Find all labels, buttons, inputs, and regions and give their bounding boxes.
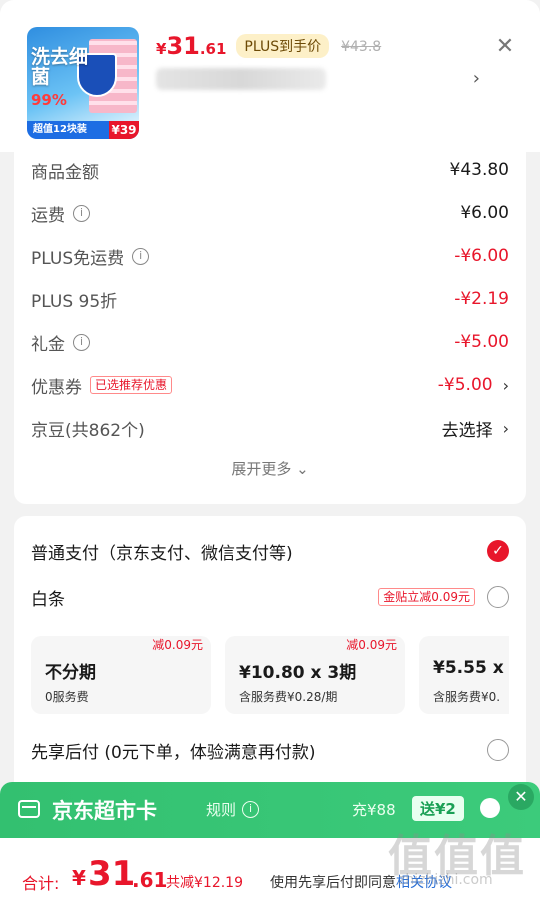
expand-more-button[interactable]: 展开更多 ⌄ — [14, 458, 526, 479]
installment-plan-3[interactable]: 减0.09元 ¥10.80 x 3期 含服务费¥0.28/期 — [225, 636, 405, 714]
plan-fee: 含服务费¥0.28/期 — [239, 690, 338, 704]
price-integer: 31 — [166, 32, 200, 60]
detail-value: -¥6.00 — [454, 246, 509, 266]
detail-value: 去选择 — [441, 420, 493, 441]
payment-option-pay-later[interactable]: 先享后付 (0元下单，体验满意再付款) — [31, 735, 509, 765]
recharge-amount: 充¥88 — [352, 801, 396, 819]
agreement-prefix: 使用先享后付即同意 — [270, 875, 396, 891]
thumb-slogan: 洗去细菌 — [31, 46, 89, 88]
radio-checked-icon[interactable]: ✓ — [487, 540, 509, 562]
detail-label: PLUS免运费 — [31, 248, 125, 269]
payment-option-label: 先享后付 (0元下单，体验满意再付款) — [31, 742, 316, 763]
payment-option-normal[interactable]: 普通支付（京东支付、微信支付等) ✓ — [31, 536, 509, 566]
detail-value: -¥5.00 — [454, 332, 509, 352]
radio-unchecked-icon[interactable] — [480, 798, 500, 818]
total-saved: 共减¥12.19 — [166, 875, 243, 891]
detail-label: 优惠券 — [31, 377, 82, 398]
supermarket-card-title: 京东超市卡 — [52, 799, 157, 823]
payment-option-label: 普通支付（京东支付、微信支付等) — [31, 543, 293, 564]
plan-fee: 含服务费¥0. — [433, 690, 501, 704]
detail-value: -¥2.19 — [454, 289, 509, 309]
sku-selector-blurred[interactable] — [156, 68, 326, 90]
detail-label: 礼金 — [31, 334, 65, 355]
radio-unchecked-icon[interactable] — [487, 586, 509, 608]
plan-title: 不分期 — [45, 663, 96, 683]
watermark-url: zhizhizhi.com — [398, 872, 493, 888]
plan-title: ¥5.55 x 6 — [433, 658, 509, 678]
payment-option-baitiao[interactable]: 白条 金贴立减0.09元 — [31, 582, 509, 612]
total-decimal: .61 — [132, 868, 168, 892]
installment-plan-6[interactable]: ¥5.55 x 6 含服务费¥0. — [419, 636, 509, 714]
rules-link[interactable]: 规则 i — [206, 799, 260, 820]
chevron-right-icon[interactable]: › — [473, 68, 480, 89]
detail-row-plus-free-shipping: PLUS免运费 i -¥6.00 — [31, 241, 509, 271]
detail-label: PLUS 95折 — [31, 291, 118, 312]
total-label: 合计: — [22, 874, 60, 893]
payment-option-label: 白条 — [31, 589, 65, 610]
detail-label: 商品金额 — [31, 162, 99, 183]
payment-methods-card: 普通支付（京东支付、微信支付等) ✓ 白条 金贴立减0.09元 减0.09元 不… — [14, 516, 526, 816]
plan-discount: 减0.09元 — [346, 638, 397, 652]
plan-fee: 0服务费 — [45, 690, 89, 704]
baitiao-discount-badge: 金贴立减0.09元 — [378, 588, 475, 606]
price-row: ¥ 31 .61 PLUS到手价 ¥43.8 — [156, 32, 381, 61]
radio-unchecked-icon[interactable] — [487, 739, 509, 761]
installment-plan-none[interactable]: 减0.09元 不分期 0服务费 — [31, 636, 211, 714]
plan-discount: 减0.09元 — [152, 638, 203, 652]
original-price: ¥43.8 — [341, 39, 382, 55]
close-icon[interactable]: ✕ — [494, 36, 516, 58]
total-integer: 31 — [88, 854, 136, 894]
card-icon — [18, 800, 40, 818]
detail-label: 京豆(共862个) — [31, 420, 145, 441]
installment-plans: 减0.09元 不分期 0服务费 减0.09元 ¥10.80 x 3期 含服务费¥… — [31, 636, 509, 716]
price-decimal: .61 — [199, 40, 227, 58]
detail-value: ¥6.00 — [460, 203, 509, 223]
price-symbol: ¥ — [156, 40, 167, 58]
total-currency: ¥ — [72, 866, 86, 890]
detail-row-plus-discount: PLUS 95折 -¥2.19 — [31, 284, 509, 314]
detail-row-jingdou[interactable]: 京豆(共862个) 去选择 › — [31, 413, 509, 443]
product-header: 洗去细菌 99% 超值12块装 ¥39 ¥ 31 .61 PLUS到手价 ¥43… — [0, 0, 540, 152]
detail-value: -¥5.00 — [437, 375, 493, 395]
recommended-coupon-badge: 已选推荐优惠 — [90, 376, 173, 394]
plus-price-badge: PLUS到手价 — [236, 34, 330, 58]
close-icon[interactable]: ✕ — [508, 784, 534, 810]
info-icon[interactable]: i — [242, 801, 260, 818]
chevron-right-icon[interactable]: › — [503, 376, 509, 395]
detail-value: ¥43.80 — [449, 160, 509, 180]
info-icon[interactable]: i — [73, 333, 90, 351]
detail-label: 运费 — [31, 205, 65, 226]
price-detail-card: 商品金额 ¥43.80 运费 i ¥6.00 PLUS免运费 i -¥6.00 PL… — [14, 152, 526, 504]
bonus-badge: 送¥2 — [412, 796, 464, 821]
thumb-price-tag: ¥39 — [109, 121, 139, 139]
detail-row-shipping: 运费 i ¥6.00 — [31, 198, 509, 228]
detail-row-coupon[interactable]: 优惠券 已选推荐优惠 -¥5.00 › — [31, 370, 509, 400]
detail-row-gift-money: 礼金 i -¥5.00 — [31, 327, 509, 357]
info-icon[interactable]: i — [73, 204, 90, 222]
plan-title: ¥10.80 x 3期 — [239, 663, 357, 683]
detail-row-goods-amount: 商品金额 ¥43.80 — [31, 155, 509, 185]
rules-label: 规则 — [206, 801, 237, 819]
chevron-right-icon[interactable]: › — [503, 419, 509, 438]
info-icon[interactable]: i — [132, 247, 150, 265]
product-thumbnail[interactable]: 洗去细菌 99% 超值12块装 ¥39 — [27, 27, 139, 139]
thumb-percent: 99% — [31, 91, 67, 109]
